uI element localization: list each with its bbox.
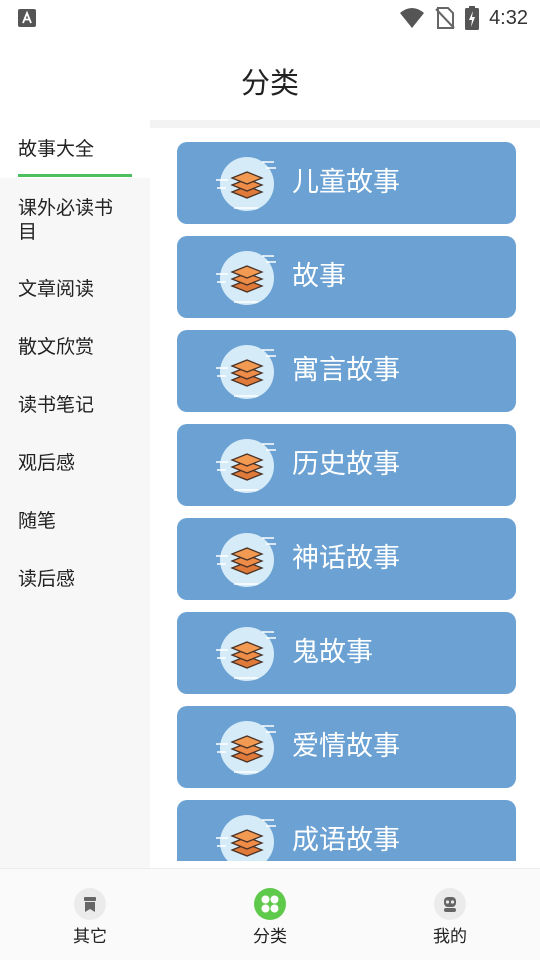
layers-icon — [216, 439, 276, 493]
sidebar-item-viewing-reflections[interactable]: 观后感 — [0, 451, 150, 475]
layers-icon — [216, 345, 276, 399]
category-card[interactable]: 爱情故事 — [177, 706, 516, 788]
sidebar-item-label: 文章阅读 — [18, 278, 95, 300]
page-title: 分类 — [240, 66, 299, 100]
sidebar-item-prose[interactable]: 散文欣赏 — [0, 335, 150, 359]
category-label: 成语故事 — [292, 825, 400, 856]
a-icon — [18, 9, 36, 27]
nav-mine[interactable]: 我的 — [390, 887, 510, 947]
nav-label: 我的 — [433, 927, 467, 947]
sidebar-item-stories[interactable]: 故事大全 — [0, 120, 150, 178]
divider — [150, 120, 540, 128]
category-label: 鬼故事 — [292, 637, 373, 668]
nav-label: 其它 — [73, 927, 107, 947]
category-list[interactable]: 儿童故事 故事 寓言故事 历史故事 神话故事 鬼故事 爱情故事 成语故事 — [150, 120, 540, 861]
category-card[interactable]: 历史故事 — [177, 424, 516, 506]
battery-charging-icon — [465, 6, 480, 30]
sidebar-item-reading-reflections[interactable]: 读后感 — [0, 567, 150, 591]
layers-icon — [216, 721, 276, 775]
category-card[interactable]: 神话故事 — [177, 518, 516, 600]
bookmark-icon — [74, 888, 106, 920]
wifi-icon — [400, 8, 425, 28]
category-label: 寓言故事 — [292, 355, 400, 386]
category-card[interactable]: 成语故事 — [177, 800, 516, 861]
sidebar-item-essays[interactable]: 随笔 — [0, 509, 150, 533]
sidebar-item-label: 散文欣赏 — [18, 336, 95, 358]
sidebar-item-label: 读书笔记 — [18, 394, 95, 416]
sidebar-item-required-reading[interactable]: 课外必读书目 — [0, 196, 118, 244]
category-card[interactable]: 故事 — [177, 236, 516, 318]
active-tab-indicator — [18, 174, 132, 177]
status-bar: 4:32 — [0, 0, 540, 36]
layers-icon — [216, 627, 276, 681]
category-label: 故事 — [292, 261, 346, 292]
robot-icon — [434, 888, 466, 920]
nav-label: 分类 — [253, 927, 287, 947]
sidebar: 故事大全 课外必读书目 文章阅读 散文欣赏 读书笔记 观后感 随笔 读后感 — [0, 120, 150, 868]
category-card[interactable]: 寓言故事 — [177, 330, 516, 412]
no-sim-icon — [435, 7, 455, 29]
grid-icon — [254, 888, 286, 920]
category-label: 儿童故事 — [292, 167, 400, 198]
header: 分类 — [0, 36, 540, 120]
sidebar-item-articles[interactable]: 文章阅读 — [0, 277, 150, 301]
category-label: 历史故事 — [292, 449, 400, 480]
bottom-nav: 其它 分类 我的 — [0, 868, 540, 960]
category-card[interactable]: 鬼故事 — [177, 612, 516, 694]
layers-icon — [216, 157, 276, 211]
layers-icon — [216, 815, 276, 861]
sidebar-item-label: 读后感 — [18, 568, 76, 590]
category-card[interactable]: 儿童故事 — [177, 142, 516, 224]
layers-icon — [216, 251, 276, 305]
category-label: 爱情故事 — [292, 731, 400, 762]
sidebar-item-label: 课外必读书目 — [18, 197, 114, 243]
status-right: 4:32 — [399, 4, 528, 32]
sidebar-item-reading-notes[interactable]: 读书笔记 — [0, 393, 150, 417]
sidebar-item-label: 观后感 — [18, 452, 76, 474]
category-label: 神话故事 — [292, 543, 400, 574]
sidebar-item-label: 随笔 — [18, 510, 57, 532]
sidebar-item-label: 故事大全 — [18, 138, 95, 160]
nav-categories[interactable]: 分类 — [210, 887, 330, 947]
status-time: 4:32 — [489, 6, 528, 29]
nav-other[interactable]: 其它 — [30, 887, 150, 947]
layers-icon — [216, 533, 276, 587]
